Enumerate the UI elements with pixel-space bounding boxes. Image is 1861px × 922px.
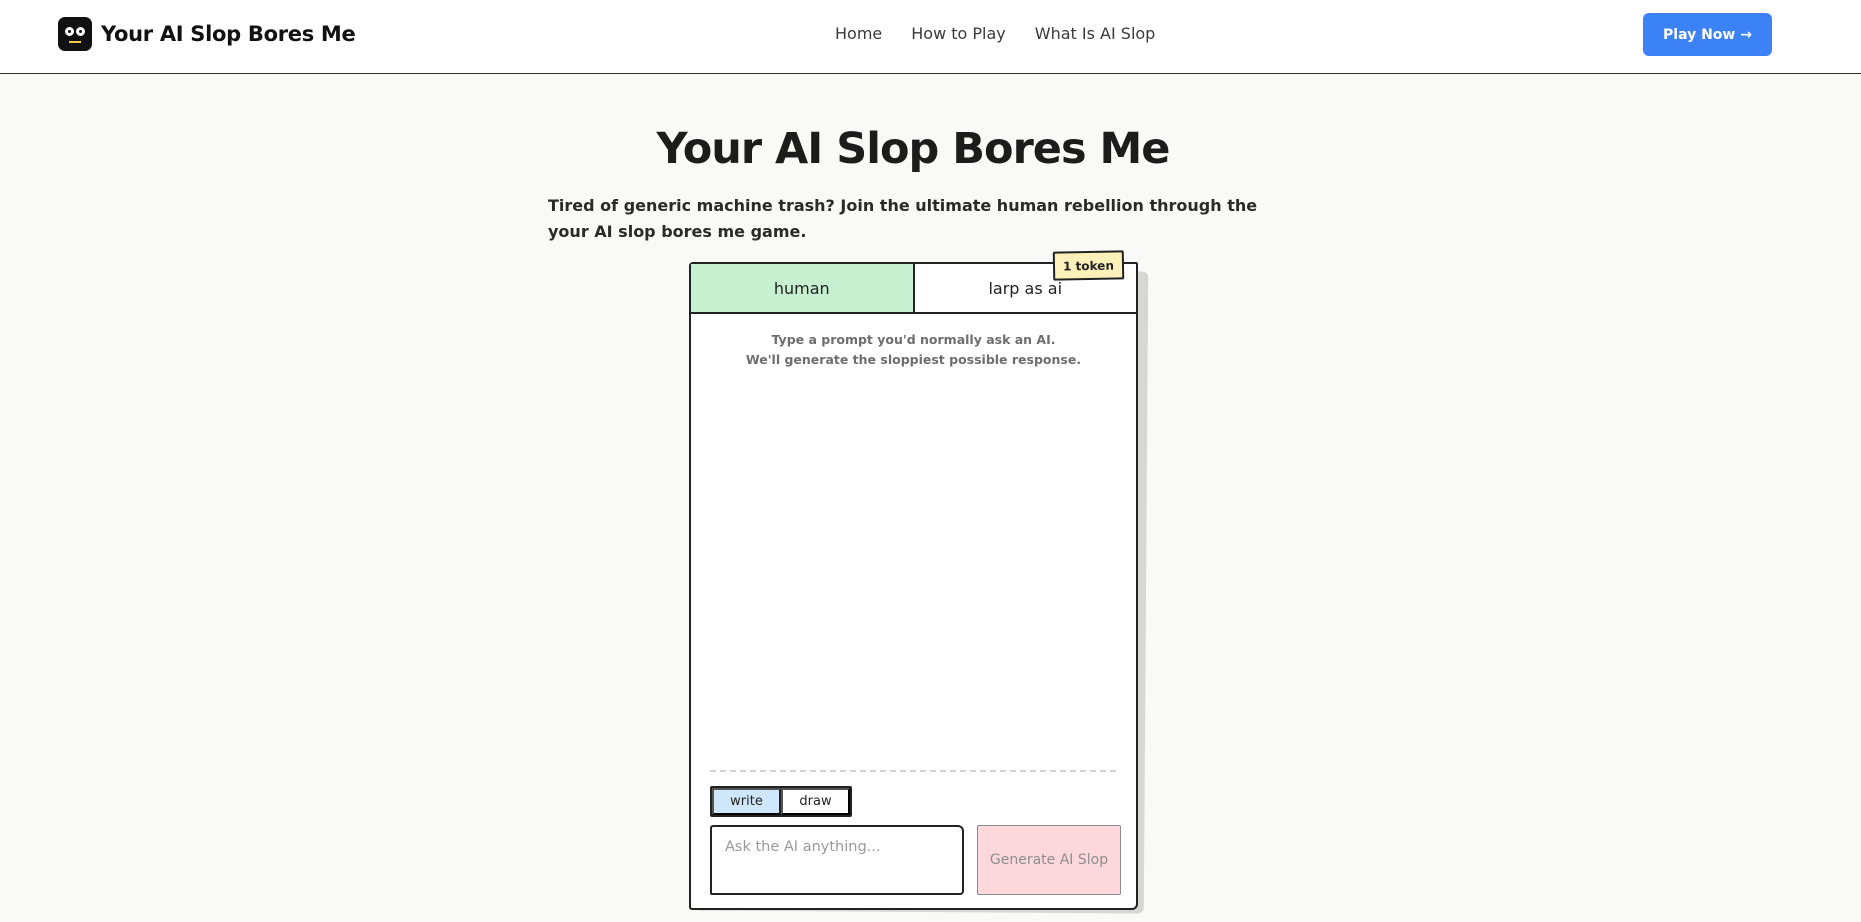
- logo-mouth: [69, 41, 81, 43]
- page-subtitle: Tired of generic machine trash? Join the…: [548, 196, 1258, 241]
- instruction-line-2: We'll generate the sloppiest possible re…: [745, 352, 1082, 367]
- play-now-button[interactable]: Play Now →: [1643, 13, 1772, 56]
- instruction-text: Type a prompt you'd normally ask an AI. …: [691, 330, 1136, 370]
- generate-ai-slop-button[interactable]: Generate AI Slop: [977, 825, 1121, 895]
- nav-link-home[interactable]: Home: [835, 24, 882, 43]
- instruction-line-1: Type a prompt you'd normally ask an AI.: [771, 332, 1056, 347]
- logo-left-eye: [65, 27, 74, 36]
- tab-human[interactable]: human: [691, 264, 915, 312]
- robot-face-icon: [58, 17, 92, 51]
- draw-mode-button[interactable]: draw: [781, 788, 850, 815]
- dashed-divider: [710, 770, 1116, 772]
- token-badge: 1 token: [1052, 250, 1125, 281]
- input-mode-toggle: write draw: [710, 786, 852, 817]
- nav-link-how-to-play[interactable]: How to Play: [911, 24, 1006, 43]
- main-nav: Home How to Play What Is AI Slop: [835, 24, 1155, 43]
- write-mode-button[interactable]: write: [712, 788, 781, 815]
- nav-link-what-is-ai-slop[interactable]: What Is AI Slop: [1035, 24, 1156, 43]
- game-card: human larp as ai 1 token Type a prompt y…: [689, 250, 1138, 910]
- prompt-input[interactable]: [710, 825, 964, 895]
- logo-right-eye: [76, 27, 85, 36]
- page-title: Your AI Slop Bores Me: [656, 124, 1171, 174]
- brand[interactable]: Your AI Slop Bores Me: [58, 17, 356, 51]
- brand-name: Your AI Slop Bores Me: [101, 22, 356, 46]
- site-header: Your AI Slop Bores Me Home How to Play W…: [0, 0, 1861, 74]
